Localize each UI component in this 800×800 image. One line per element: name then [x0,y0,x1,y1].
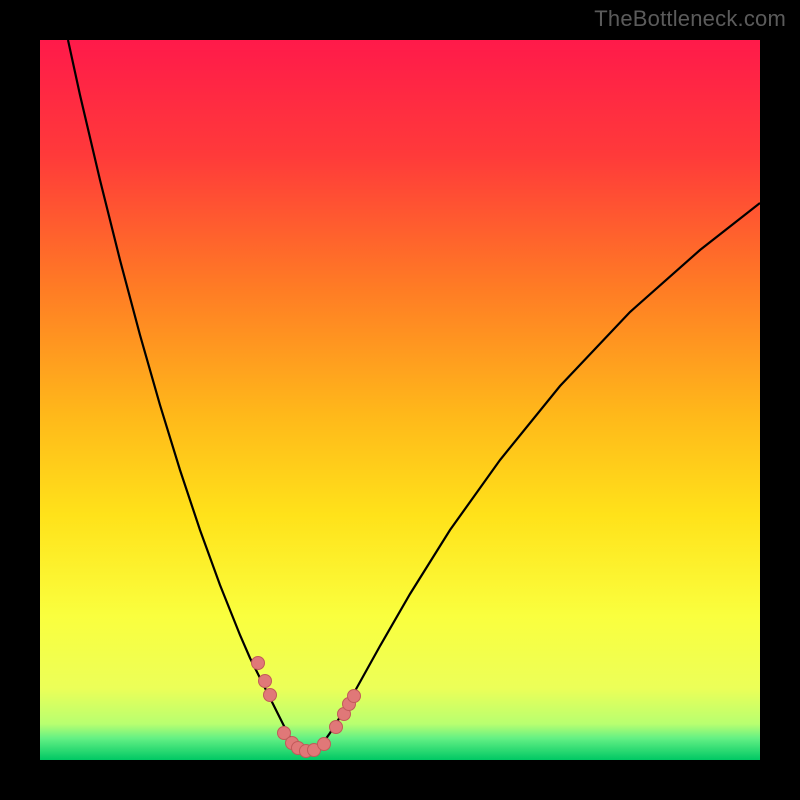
curve-right [305,203,760,754]
curve-marker [318,738,331,751]
curve-marker [264,689,277,702]
watermark-text: TheBottleneck.com [594,6,786,32]
plot-area [40,40,760,760]
curve-marker [259,675,272,688]
curve-marker [348,690,361,703]
curve-marker [330,721,343,734]
chart-frame: TheBottleneck.com [0,0,800,800]
curve-markers [252,657,361,758]
curve-left [68,40,305,754]
curve-marker [252,657,265,670]
curves-layer [40,40,760,760]
